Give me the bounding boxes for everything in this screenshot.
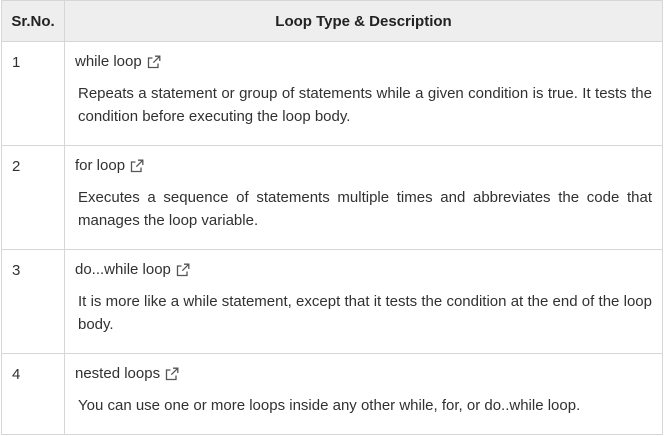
link-label: do...while loop: [75, 261, 171, 278]
row-content: do...while loop It is more like a while …: [64, 249, 663, 354]
link-label: while loop: [75, 53, 142, 70]
loop-description: It is more like a while statement, excep…: [78, 293, 652, 333]
loop-types-table: Sr.No. Loop Type & Description 1 while l…: [1, 0, 663, 435]
table-row: 3 do...while loop It is more like a whil…: [1, 249, 663, 354]
table-row: 1 while loop Repeats a statement or grou…: [1, 41, 663, 146]
row-number: 4: [1, 353, 65, 435]
row-number: 2: [1, 145, 65, 250]
table-row: 4 nested loops You can use one or more l…: [1, 353, 663, 435]
row-content: for loop Executes a sequence of statemen…: [64, 145, 663, 250]
do-while-loop-link[interactable]: do...while loop: [75, 261, 190, 278]
row-content: while loop Repeats a statement or group …: [64, 41, 663, 146]
row-content: nested loops You can use one or more loo…: [64, 353, 663, 435]
header-loop-type-description: Loop Type & Description: [64, 0, 663, 42]
table-row: 2 for loop Executes a sequence of statem…: [1, 145, 663, 250]
loop-description: You can use one or more loops inside any…: [78, 397, 581, 414]
loop-description: Executes a sequence of statements multip…: [78, 189, 652, 229]
table-header-row: Sr.No. Loop Type & Description: [1, 0, 663, 42]
link-label: nested loops: [75, 365, 161, 382]
row-number: 1: [1, 41, 65, 146]
while-loop-link[interactable]: while loop: [75, 53, 161, 70]
external-link-icon: [165, 367, 179, 381]
external-link-icon: [176, 263, 190, 277]
external-link-icon: [147, 55, 161, 69]
loop-description: Repeats a statement or group of statemen…: [78, 85, 652, 125]
link-label: for loop: [75, 157, 126, 174]
external-link-icon: [130, 159, 144, 173]
for-loop-link[interactable]: for loop: [75, 157, 144, 174]
row-number: 3: [1, 249, 65, 354]
nested-loops-link[interactable]: nested loops: [75, 365, 179, 382]
header-sr-no: Sr.No.: [1, 0, 65, 42]
